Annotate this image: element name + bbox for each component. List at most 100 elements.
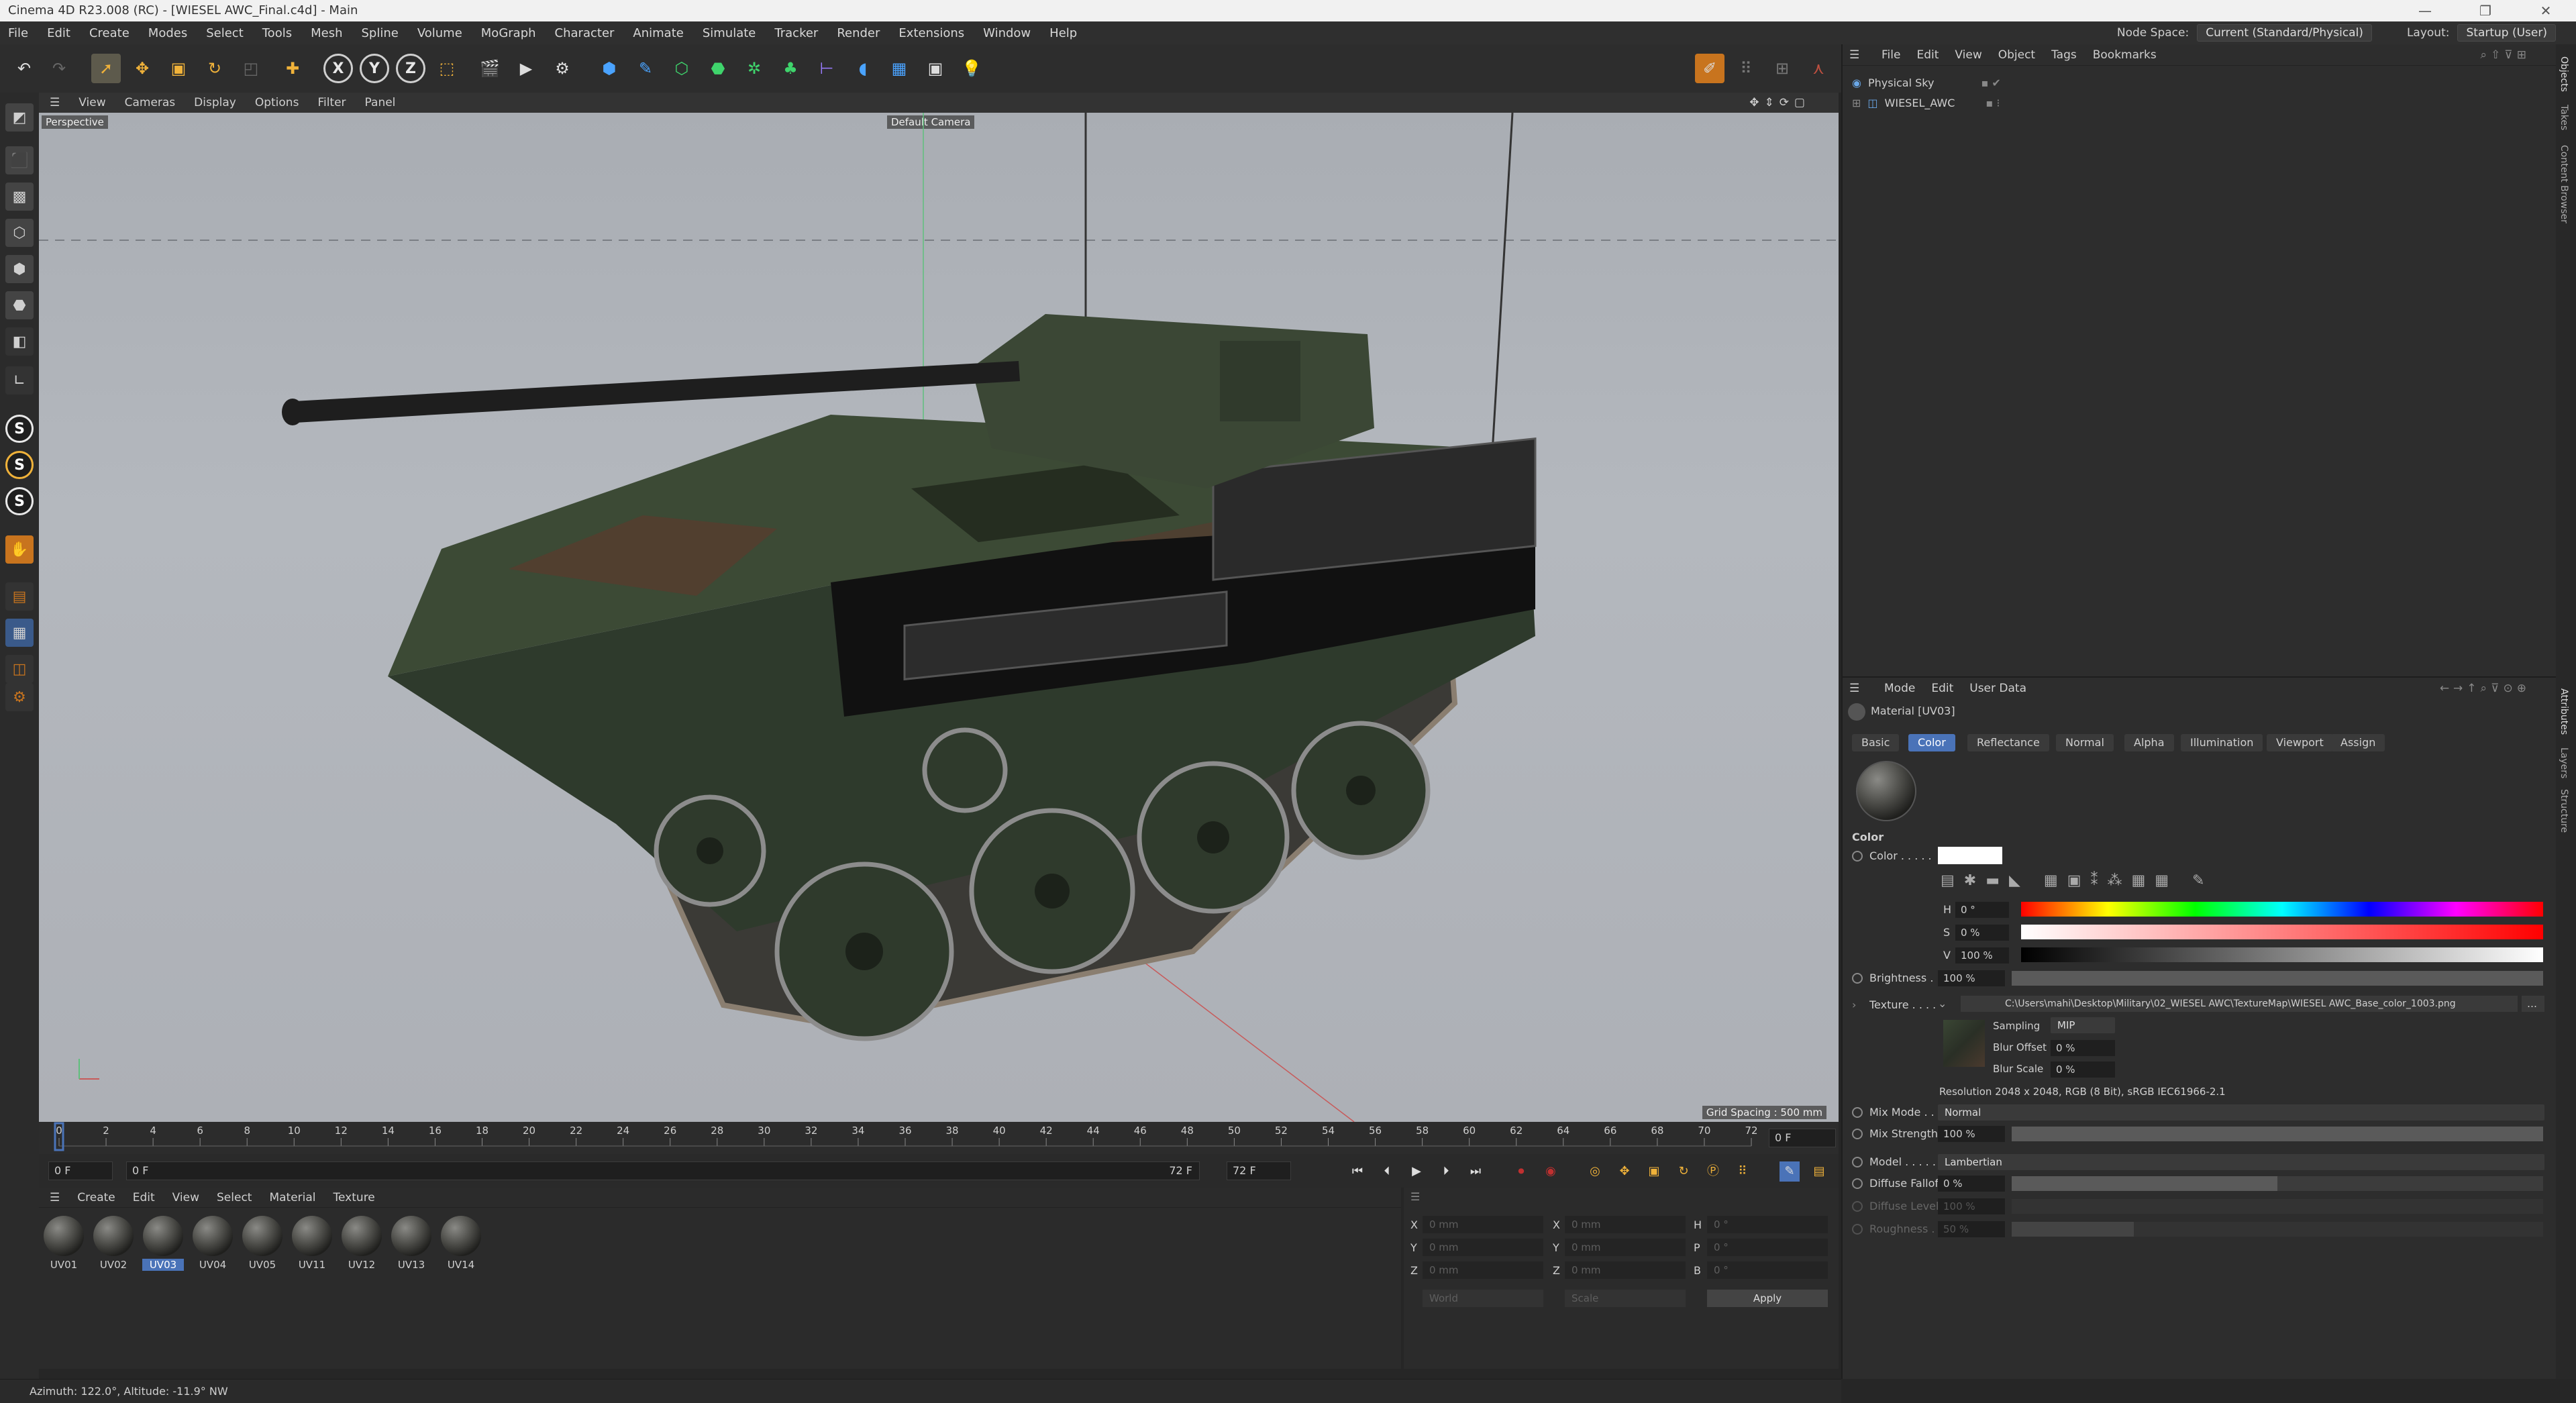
key-position-icon[interactable]: ◎: [1585, 1161, 1605, 1182]
material-uv02[interactable]: UV02: [93, 1216, 134, 1271]
planar-icon[interactable]: ◫: [5, 655, 34, 683]
position-x-field[interactable]: 0 mm: [1423, 1216, 1543, 1233]
s-field[interactable]: 0 %: [1955, 925, 2009, 941]
camera-icon[interactable]: ▣: [921, 54, 950, 83]
rotation-h-field[interactable]: 0 °: [1707, 1216, 1828, 1233]
start-frame-field[interactable]: 0 F: [48, 1161, 113, 1180]
object-menu-edit[interactable]: Edit: [1916, 48, 1939, 62]
material-uv11[interactable]: UV11: [291, 1216, 333, 1271]
material-preview-large[interactable]: [1856, 761, 1916, 821]
position-z-field[interactable]: 0 mm: [1423, 1261, 1543, 1279]
nav-arrows-icon[interactable]: ←→↑⌕⊽⊙⊕: [2440, 682, 2530, 695]
mix-strength-field[interactable]: 100 %: [1938, 1126, 2005, 1142]
menu-spline[interactable]: Spline: [361, 26, 398, 40]
hamburger-icon[interactable]: ☰: [50, 1191, 60, 1204]
workplane-lock-icon[interactable]: ▦: [5, 619, 34, 647]
viewport[interactable]: Perspective Default Camera Grid Spacing …: [39, 113, 1839, 1122]
y-axis-button[interactable]: Y: [360, 54, 389, 83]
x-axis-button[interactable]: X: [323, 54, 353, 83]
hamburger-icon[interactable]: ☰: [50, 96, 60, 109]
material-uv13[interactable]: UV13: [391, 1216, 432, 1271]
model-anim-dot[interactable]: [1852, 1157, 1863, 1167]
brightness-anim-dot[interactable]: [1852, 973, 1863, 984]
menu-tracker[interactable]: Tracker: [774, 26, 818, 40]
workplane-icon[interactable]: ⋏: [1804, 54, 1833, 83]
z-axis-button[interactable]: Z: [396, 54, 425, 83]
color-swatch[interactable]: [1938, 847, 2002, 864]
select-tool-icon[interactable]: ➚: [91, 54, 121, 83]
material-menu-create[interactable]: Create: [77, 1191, 115, 1204]
move-tool-icon[interactable]: ✥: [127, 54, 157, 83]
tab-basic[interactable]: Basic: [1852, 734, 1900, 751]
live-select-icon[interactable]: ◰: [236, 54, 266, 83]
make-editable-icon[interactable]: ◩: [5, 103, 34, 132]
edges-mode-icon[interactable]: ⬢: [5, 255, 34, 283]
redo-icon[interactable]: ↷: [44, 54, 74, 83]
attr-menu-mode[interactable]: Mode: [1884, 682, 1915, 695]
modeling-brush-icon[interactable]: ✐: [1695, 54, 1724, 83]
gear-icon[interactable]: ⚙: [5, 683, 34, 711]
menu-window[interactable]: Window: [983, 26, 1031, 40]
extrude-icon[interactable]: ⬣: [703, 54, 733, 83]
solo-button[interactable]: S: [5, 415, 34, 443]
tab-attributes[interactable]: Attributes: [2559, 688, 2569, 735]
size-x-field[interactable]: 0 mm: [1565, 1216, 1686, 1233]
tab-structure[interactable]: Structure: [2559, 789, 2569, 833]
minimize-button[interactable]: —: [2395, 0, 2455, 21]
diffuse-falloff-slider[interactable]: [2012, 1176, 2543, 1191]
blur-offset-field[interactable]: 0 %: [2051, 1040, 2115, 1056]
menu-extensions[interactable]: Extensions: [898, 26, 964, 40]
menu-simulate[interactable]: Simulate: [703, 26, 756, 40]
rotation-b-field[interactable]: 0 °: [1707, 1261, 1828, 1279]
mograph-icon[interactable]: ♣: [776, 54, 805, 83]
diffuse-falloff-anim-dot[interactable]: [1852, 1178, 1863, 1189]
axis-mode-icon[interactable]: ∟: [5, 366, 34, 395]
key-param-icon[interactable]: Ⓟ: [1703, 1161, 1723, 1182]
tab-normal[interactable]: Normal: [2056, 734, 2114, 751]
close-button[interactable]: ✕: [2516, 0, 2576, 21]
texture-path-field[interactable]: C:\Users\mahi\Desktop\Military\02_WIESEL…: [1961, 996, 2518, 1012]
tab-takes[interactable]: Takes: [2559, 105, 2569, 130]
material-menu-material[interactable]: Material: [269, 1191, 315, 1204]
hue-slider[interactable]: [2021, 902, 2543, 917]
uv-mode-icon[interactable]: ◧: [5, 327, 34, 356]
viewport-menu-filter[interactable]: Filter: [317, 96, 346, 109]
tab-objects[interactable]: Objects: [2559, 56, 2569, 92]
mix-strength-anim-dot[interactable]: [1852, 1129, 1863, 1139]
sampling-dropdown[interactable]: MIP: [2051, 1017, 2115, 1033]
v-field[interactable]: 100 %: [1955, 947, 2009, 964]
object-row-wiesel[interactable]: ⊞ ◫ WIESEL_AWC ▪ ⁝: [1852, 97, 2000, 109]
rotation-p-field[interactable]: 0 °: [1707, 1239, 1828, 1256]
node-space-dropdown[interactable]: Current (Standard/Physical): [2197, 24, 2372, 42]
menu-tools[interactable]: Tools: [262, 26, 292, 40]
tab-content-browser[interactable]: Content Browser: [2559, 145, 2569, 223]
diffuse-falloff-field[interactable]: 0 %: [1938, 1176, 2005, 1192]
scale-dropdown[interactable]: Scale: [1565, 1290, 1686, 1307]
apply-button[interactable]: Apply: [1707, 1290, 1828, 1307]
texture-menu-icon[interactable]: ⌄: [1938, 997, 1947, 1010]
object-menu-tags[interactable]: Tags: [2051, 48, 2077, 62]
mix-mode-dropdown[interactable]: Normal: [1938, 1104, 2544, 1121]
attr-menu-edit[interactable]: Edit: [1931, 682, 1953, 695]
snap-settings-icon[interactable]: ▤: [5, 582, 34, 611]
hamburger-icon[interactable]: ☰: [1849, 682, 1859, 695]
attr-menu-user-data[interactable]: User Data: [1969, 682, 2026, 695]
blur-scale-field[interactable]: 0 %: [2051, 1061, 2115, 1078]
material-uv12[interactable]: UV12: [341, 1216, 382, 1271]
key-rotate-icon[interactable]: ↻: [1673, 1161, 1694, 1182]
material-menu-view[interactable]: View: [172, 1191, 199, 1204]
menu-edit[interactable]: Edit: [47, 26, 70, 40]
menu-help[interactable]: Help: [1049, 26, 1077, 40]
grid-icon[interactable]: ⊞: [1767, 54, 1797, 83]
material-uv01[interactable]: UV01: [43, 1216, 85, 1271]
visibility-icon[interactable]: ▪ ✔: [1981, 76, 2000, 89]
viewport-menu-panel[interactable]: Panel: [365, 96, 396, 109]
object-row-physical-sky[interactable]: ◉ Physical Sky ▪ ✔: [1852, 76, 2001, 89]
color-anim-dot[interactable]: [1852, 851, 1863, 862]
tab-illumination[interactable]: Illumination: [2181, 734, 2263, 751]
menu-select[interactable]: Select: [206, 26, 244, 40]
menu-volume[interactable]: Volume: [417, 26, 462, 40]
tab-alpha[interactable]: Alpha: [2124, 734, 2174, 751]
position-y-field[interactable]: 0 mm: [1423, 1239, 1543, 1256]
material-uv04[interactable]: UV04: [192, 1216, 234, 1271]
